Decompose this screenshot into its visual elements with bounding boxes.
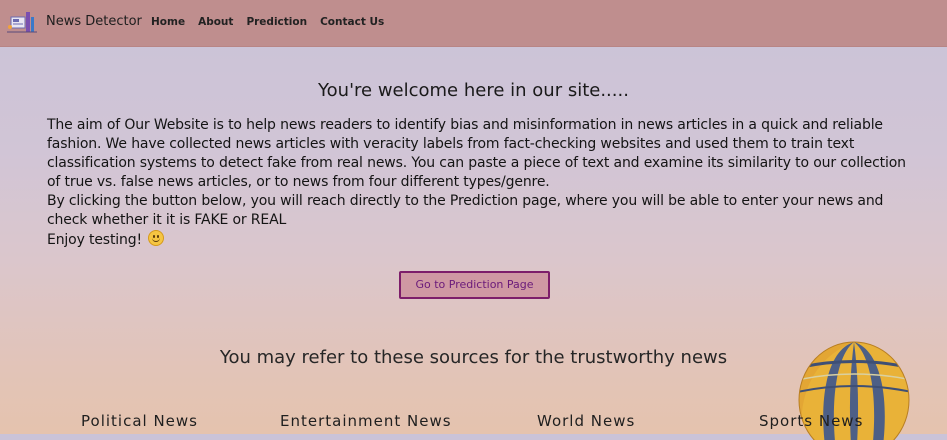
- category-entertainment-news[interactable]: Entertainment News: [280, 412, 452, 430]
- welcome-heading: You're welcome here in our site.....: [318, 80, 629, 101]
- go-to-prediction-button[interactable]: Go to Prediction Page: [399, 271, 550, 299]
- category-sports-news[interactable]: Sports News: [759, 412, 863, 430]
- nav-links: Home About Prediction Contact Us: [151, 16, 397, 28]
- nav-home[interactable]: Home: [151, 16, 185, 28]
- intro-paragraph-aim: The aim of Our Website is to help news r…: [47, 117, 906, 190]
- nav-about[interactable]: About: [198, 16, 233, 28]
- nav-contact-us[interactable]: Contact Us: [320, 16, 384, 28]
- brand-name[interactable]: News Detector: [46, 14, 142, 29]
- enjoy-text: Enjoy testing!: [47, 232, 142, 248]
- category-world-news[interactable]: World News: [537, 412, 635, 430]
- sources-heading: You may refer to these sources for the t…: [219, 347, 728, 368]
- intro-text: The aim of Our Website is to help news r…: [47, 116, 907, 250]
- nav-prediction[interactable]: Prediction: [246, 16, 307, 28]
- navbar: News Detector Home About Prediction Cont…: [0, 0, 947, 47]
- news-detector-logo-icon[interactable]: [7, 9, 37, 35]
- category-political-news[interactable]: Political News: [81, 412, 198, 430]
- smiley-emoji-icon: [147, 230, 164, 246]
- intro-paragraph-button-hint: By clicking the button below, you will r…: [47, 193, 884, 228]
- intro-paragraph-enjoy: Enjoy testing!: [47, 230, 907, 250]
